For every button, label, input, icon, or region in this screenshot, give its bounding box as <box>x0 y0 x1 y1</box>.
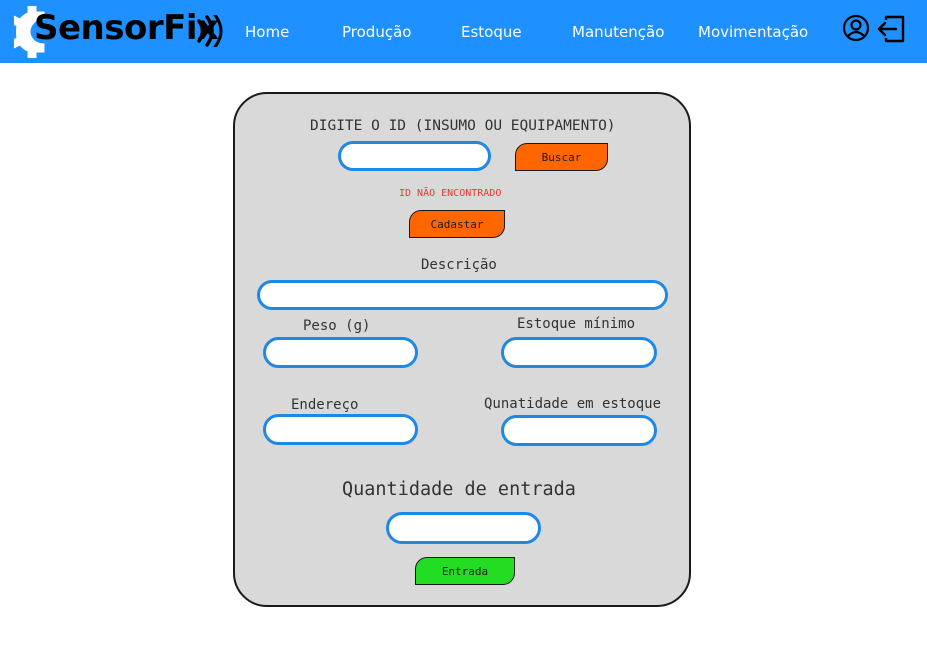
top-navbar: SensorFix Home Produção Estoque Manutenç… <box>0 0 927 63</box>
quantidade-estoque-label: Qunatidade em estoque <box>484 396 662 412</box>
search-title: DIGITE O ID (INSUMO OU EQUIPAMENTO) <box>310 118 616 134</box>
signal-waves-icon <box>197 15 223 47</box>
estoque-minimo-label: Estoque mínimo <box>517 316 636 332</box>
nav-estoque[interactable]: Estoque <box>461 22 522 42</box>
product-form-card: DIGITE O ID (INSUMO OU EQUIPAMENTO) Busc… <box>233 92 691 607</box>
nav-manutencao[interactable]: Manutenção <box>572 22 664 42</box>
peso-input[interactable] <box>263 337 418 368</box>
descricao-label: Descrição <box>421 257 497 273</box>
nav-movimentacao[interactable]: Movimentação <box>698 22 808 42</box>
id-input[interactable] <box>338 141 491 171</box>
nav-home[interactable]: Home <box>245 22 289 42</box>
peso-label: Peso (g) <box>303 318 371 334</box>
error-message: ID NÃO ENCONTRADO <box>399 188 502 199</box>
logout-icon[interactable] <box>876 14 906 44</box>
user-icon[interactable] <box>842 14 870 42</box>
nav-producao[interactable]: Produção <box>342 22 411 42</box>
descricao-input[interactable] <box>257 280 668 310</box>
brand-name: SensorFix <box>34 8 219 48</box>
quantidade-estoque-input[interactable] <box>501 415 657 446</box>
estoque-minimo-input[interactable] <box>501 337 657 368</box>
entry-quantity-label: Quantidade de entrada <box>342 479 576 500</box>
endereco-input[interactable] <box>263 414 418 445</box>
endereco-label: Endereço <box>291 397 359 413</box>
register-button[interactable]: Cadastar <box>409 210 505 238</box>
entry-button[interactable]: Entrada <box>415 557 515 585</box>
brand-logo[interactable]: SensorFix <box>14 2 229 60</box>
search-button[interactable]: Buscar <box>515 143 608 171</box>
entry-quantity-input[interactable] <box>386 512 541 544</box>
